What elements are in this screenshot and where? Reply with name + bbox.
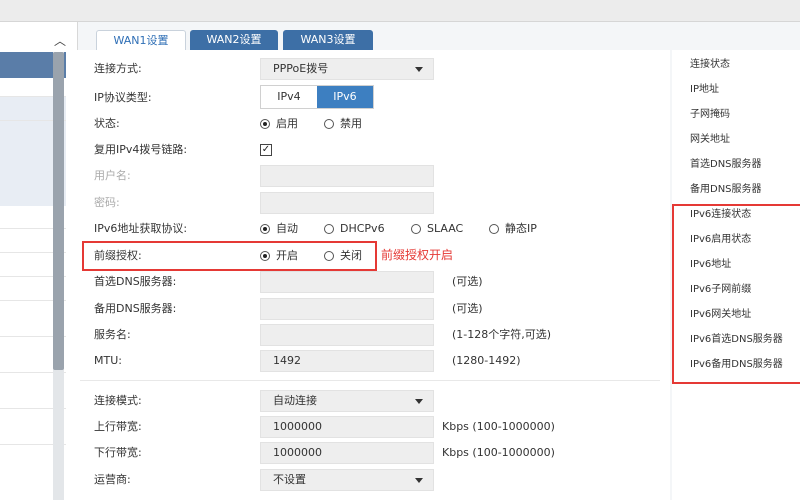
radio-empty-icon: [324, 251, 334, 261]
isp-value: 不设置: [273, 473, 306, 486]
ipv6-proto-auto-radio[interactable]: 自动: [260, 220, 298, 238]
service-name-label: 服务名:: [94, 328, 131, 341]
ipv6-proto-dhcpv6-label: DHCPv6: [340, 222, 385, 235]
primary-dns-label: 首选DNS服务器:: [94, 275, 177, 288]
ipv6-proto-slaac-label: SLAAC: [427, 222, 464, 235]
ipv6-proto-dhcpv6-radio[interactable]: DHCPv6: [324, 220, 385, 238]
reuse-ipv4-label: 复用IPv4拨号链路:: [94, 143, 188, 156]
radio-empty-icon: [411, 224, 421, 234]
down-bw-hint: Kbps (100-1000000): [442, 446, 555, 459]
backup-dns-field[interactable]: [260, 298, 434, 320]
status-label: 状态:: [94, 117, 120, 130]
backup-dns-hint: (可选): [452, 302, 483, 315]
status-enable-radio[interactable]: 启用: [260, 115, 298, 133]
conn-mode-label: 连接模式:: [94, 394, 142, 407]
tab-wan1[interactable]: WAN1设置: [96, 30, 186, 50]
primary-dns-hint: (可选): [452, 275, 483, 288]
status-item-conn: 连接状态: [690, 59, 730, 70]
ipv6-status-primary-dns: IPv6首选DNS服务器: [690, 334, 783, 345]
prefix-deleg-off-radio[interactable]: 关闭: [324, 247, 362, 265]
radio-empty-icon: [324, 224, 334, 234]
status-item-gateway: 网关地址: [690, 134, 730, 145]
isp-label: 运营商:: [94, 473, 131, 486]
status-item-mask: 子网掩码: [690, 109, 730, 120]
ipv6-status-enabled: IPv6启用状态: [690, 234, 752, 245]
conn-mode-value: 自动连接: [273, 394, 317, 407]
top-bar: [0, 0, 800, 22]
tab-wan2[interactable]: WAN2设置: [190, 30, 278, 50]
ipv6-addr-proto-label: IPv6地址获取协议:: [94, 222, 188, 235]
ipv6-status-backup-dns: IPv6备用DNS服务器: [690, 359, 783, 370]
radio-selected-icon: [260, 119, 270, 129]
ipv6-proto-slaac-radio[interactable]: SLAAC: [411, 220, 463, 238]
mtu-hint: (1280-1492): [452, 354, 521, 367]
ip-proto-label: IP协议类型:: [94, 91, 152, 104]
mtu-label: MTU:: [94, 354, 122, 367]
status-disable-label: 禁用: [340, 117, 362, 130]
ipv6-proto-auto-label: 自动: [276, 222, 298, 235]
ipv6-proto-static-radio[interactable]: 静态IP: [489, 220, 537, 238]
conn-type-value: PPPoE拨号: [273, 62, 329, 75]
ipv6-status-addr: IPv6地址: [690, 259, 732, 270]
conn-mode-select[interactable]: 自动连接: [260, 390, 434, 412]
prefix-deleg-on-radio[interactable]: 开启: [260, 247, 298, 265]
status-item-ip: IP地址: [690, 84, 719, 95]
prefix-deleg-on-label: 开启: [276, 249, 298, 262]
status-item-backup-dns: 备用DNS服务器: [690, 184, 762, 195]
sidebar: [0, 22, 78, 500]
radio-empty-icon: [489, 224, 499, 234]
radio-selected-icon: [260, 251, 270, 261]
ip-proto-ipv4[interactable]: IPv4: [261, 86, 317, 108]
tab-wan3[interactable]: WAN3设置: [283, 30, 373, 50]
caret-down-icon: [415, 399, 423, 404]
username-field[interactable]: [260, 165, 434, 187]
annotation-text: 前缀授权开启: [381, 248, 454, 262]
status-disable-radio[interactable]: 禁用: [324, 115, 362, 133]
up-bw-field[interactable]: 1000000: [260, 416, 434, 438]
caret-down-icon: [415, 67, 423, 72]
up-bw-hint: Kbps (100-1000000): [442, 420, 555, 433]
radio-selected-icon: [260, 224, 270, 234]
down-bw-label: 下行带宽:: [94, 446, 142, 459]
up-bw-label: 上行带宽:: [94, 420, 142, 433]
section-divider: [80, 380, 660, 381]
service-name-hint: (1-128个字符,可选): [452, 328, 552, 341]
password-label: 密码:: [94, 196, 120, 209]
ipv6-status-conn: IPv6连接状态: [690, 209, 752, 220]
isp-select[interactable]: 不设置: [260, 469, 434, 491]
prefix-deleg-off-label: 关闭: [340, 249, 362, 262]
username-label: 用户名:: [94, 169, 131, 182]
service-name-field[interactable]: [260, 324, 434, 346]
password-field[interactable]: [260, 192, 434, 214]
ipv6-proto-static-label: 静态IP: [505, 222, 537, 235]
conn-type-label: 连接方式:: [94, 62, 142, 75]
radio-empty-icon: [324, 119, 334, 129]
reuse-ipv4-checkbox[interactable]: ✓: [260, 144, 272, 156]
primary-dns-field[interactable]: [260, 271, 434, 293]
status-enable-label: 启用: [276, 117, 298, 130]
ip-proto-toggle: IPv4 IPv6: [260, 85, 374, 109]
prefix-deleg-label: 前缀授权:: [94, 249, 142, 262]
conn-type-select[interactable]: PPPoE拨号: [260, 58, 434, 80]
ip-proto-ipv6[interactable]: IPv6: [317, 86, 373, 108]
ipv6-status-prefix: IPv6子网前缀: [690, 284, 752, 295]
down-bw-field[interactable]: 1000000: [260, 442, 434, 464]
backup-dns-label: 备用DNS服务器:: [94, 302, 177, 315]
mtu-field[interactable]: 1492: [260, 350, 434, 372]
caret-down-icon: [415, 478, 423, 483]
status-item-primary-dns: 首选DNS服务器: [690, 159, 762, 170]
ipv6-status-gateway: IPv6网关地址: [690, 309, 752, 320]
chevron-up-icon[interactable]: ︿: [50, 32, 70, 50]
scrollbar-thumb[interactable]: [53, 52, 64, 370]
